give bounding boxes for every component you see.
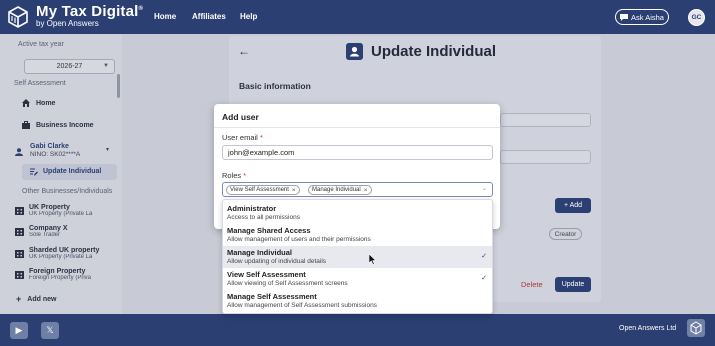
option-description: Allow viewing of Self Assessment screens <box>227 280 348 287</box>
add-user-button[interactable]: + Add <box>555 198 591 213</box>
property-subtitle: Foreign Property (Priva <box>29 275 92 281</box>
building-icon <box>15 271 24 279</box>
option-description: Access to all permissions <box>227 214 300 221</box>
background-input[interactable] <box>500 150 591 164</box>
option-description: Allow management of Self Assessment subm… <box>227 302 377 309</box>
self-assessment-heading: Self Assessment <box>14 80 66 87</box>
sidebar-item-home[interactable]: Home <box>22 99 55 107</box>
role-chip: Manage Individual × <box>308 185 372 195</box>
logo-cube-icon[interactable] <box>6 5 30 29</box>
tax-year-select[interactable]: 2026-27 ▼ <box>24 59 115 74</box>
section-title: Basic information <box>239 81 311 91</box>
delete-button[interactable]: Delete <box>521 280 543 289</box>
briefcase-icon <box>22 121 30 129</box>
building-icon <box>15 228 24 236</box>
option-title: Manage Shared Access <box>227 226 311 235</box>
user-avatar[interactable]: GC <box>688 9 705 26</box>
option-title: Manage Self Assessment <box>227 292 317 301</box>
required-mark: * <box>243 171 247 180</box>
role-option-manage-shared-access[interactable]: Manage Shared Access Allow management of… <box>223 224 492 246</box>
footer-company: Open Answers Ltd <box>619 325 677 332</box>
tax-year-label: Active tax year <box>18 41 64 48</box>
ask-aisha-label: Ask Aisha <box>631 12 664 22</box>
sidebar-item-business-income[interactable]: Business Income <box>22 121 94 129</box>
required-mark: * <box>259 133 263 142</box>
update-button[interactable]: Update <box>555 277 591 292</box>
close-icon[interactable]: × <box>292 187 296 194</box>
chat-icon <box>620 13 629 21</box>
building-icon <box>15 207 24 215</box>
modal-title: Add user <box>222 112 259 122</box>
property-title: Company X <box>29 225 68 232</box>
nav-help[interactable]: Help <box>240 12 257 21</box>
modal-divider <box>214 127 500 128</box>
roles-label: Roles * <box>222 171 247 180</box>
tax-year-value: 2026-27 <box>56 63 83 70</box>
property-title: Foreign Property <box>29 268 86 275</box>
brand-title[interactable]: My Tax Digital® <box>36 3 143 20</box>
brand-subtitle: by Open Answers <box>36 19 99 28</box>
add-new-label: Add new <box>27 295 57 303</box>
role-option-administrator[interactable]: Administrator Access to all permissions <box>223 202 492 224</box>
other-businesses-heading: Other Businesses/Individuals <box>22 188 113 195</box>
trademark-mark: ® <box>138 6 144 12</box>
email-field[interactable]: john@example.com <box>222 145 493 160</box>
option-description: Allow updating of individual details <box>227 258 327 265</box>
check-icon: ✓ <box>481 275 487 282</box>
sidebar-item-label: Business Income <box>36 121 94 129</box>
mouse-cursor-icon <box>369 254 377 265</box>
user-name[interactable]: Gabi Clarke <box>30 143 69 150</box>
page-title: Update Individual <box>371 43 497 60</box>
ask-aisha-button[interactable]: Ask Aisha <box>615 9 669 25</box>
sidebar: Active tax year 2026-27 ▼ Self Assessmen… <box>0 34 122 314</box>
option-title: View Self Assessment <box>227 270 306 279</box>
sidebar-property-item[interactable]: UK Property UK Property (Private La <box>15 204 115 217</box>
check-icon: ✓ <box>481 253 487 260</box>
role-option-view-self-assessment[interactable]: View Self Assessment Allow viewing of Se… <box>223 268 492 290</box>
close-icon[interactable]: × <box>364 187 368 194</box>
background-input[interactable] <box>500 113 591 127</box>
role-option-manage-individual[interactable]: Manage Individual Allow updating of indi… <box>223 246 492 268</box>
role-chip-label: Manage Individual <box>312 187 361 193</box>
user-nino: NINO: SK02****A <box>30 151 81 158</box>
user-badge-icon <box>346 43 363 60</box>
property-subtitle: UK Property (Private La <box>29 211 93 217</box>
footer: ▶ 𝕏 <box>0 314 715 346</box>
sidebar-scrollbar[interactable] <box>117 74 120 98</box>
top-nav-bar: My Tax Digital® by Open Answers Home Aff… <box>0 0 715 34</box>
sidebar-item-label: Home <box>36 99 56 107</box>
sidebar-item-label: Update Individual <box>43 168 102 175</box>
sidebar-property-item[interactable]: Company X Sole Trader <box>15 225 115 238</box>
edit-list-icon <box>30 168 38 176</box>
user-icon <box>15 148 23 156</box>
chevron-down-icon: ▼ <box>103 63 109 69</box>
plus-icon: + <box>16 294 22 304</box>
back-arrow-icon[interactable]: ← <box>238 44 250 58</box>
youtube-icon[interactable]: ▶ <box>10 322 28 339</box>
role-chip: View Self Assessment × <box>226 185 300 195</box>
building-icon <box>15 250 24 258</box>
property-title: UK Property <box>29 204 70 211</box>
nav-affiliates[interactable]: Affiliates <box>192 12 226 21</box>
email-label: User email * <box>222 133 263 142</box>
sidebar-property-item[interactable]: Foreign Property Foreign Property (Priva <box>15 268 115 281</box>
chevron-down-icon[interactable]: ⌄ <box>482 185 487 192</box>
option-description: Allow management of users and their perm… <box>227 236 371 243</box>
x-twitter-icon[interactable]: 𝕏 <box>41 322 59 339</box>
option-title: Manage Individual <box>227 248 293 257</box>
role-chip-label: View Self Assessment <box>230 187 289 193</box>
home-icon <box>22 99 30 107</box>
property-title: Sharded UK property <box>29 247 100 254</box>
footer-logo-icon[interactable] <box>687 319 705 337</box>
property-subtitle: UK Property (Private La <box>29 254 93 260</box>
creator-badge: Creator <box>549 228 582 240</box>
sidebar-property-item[interactable]: Sharded UK property UK Property (Private… <box>15 247 115 260</box>
add-new-button[interactable]: + Add new <box>16 294 56 304</box>
role-option-manage-self-assessment[interactable]: Manage Self Assessment Allow management … <box>223 290 492 312</box>
property-subtitle: Sole Trader <box>29 232 61 238</box>
option-title: Administrator <box>227 204 277 213</box>
nav-home[interactable]: Home <box>154 12 176 21</box>
chevron-down-icon[interactable]: ▾ <box>106 146 109 153</box>
